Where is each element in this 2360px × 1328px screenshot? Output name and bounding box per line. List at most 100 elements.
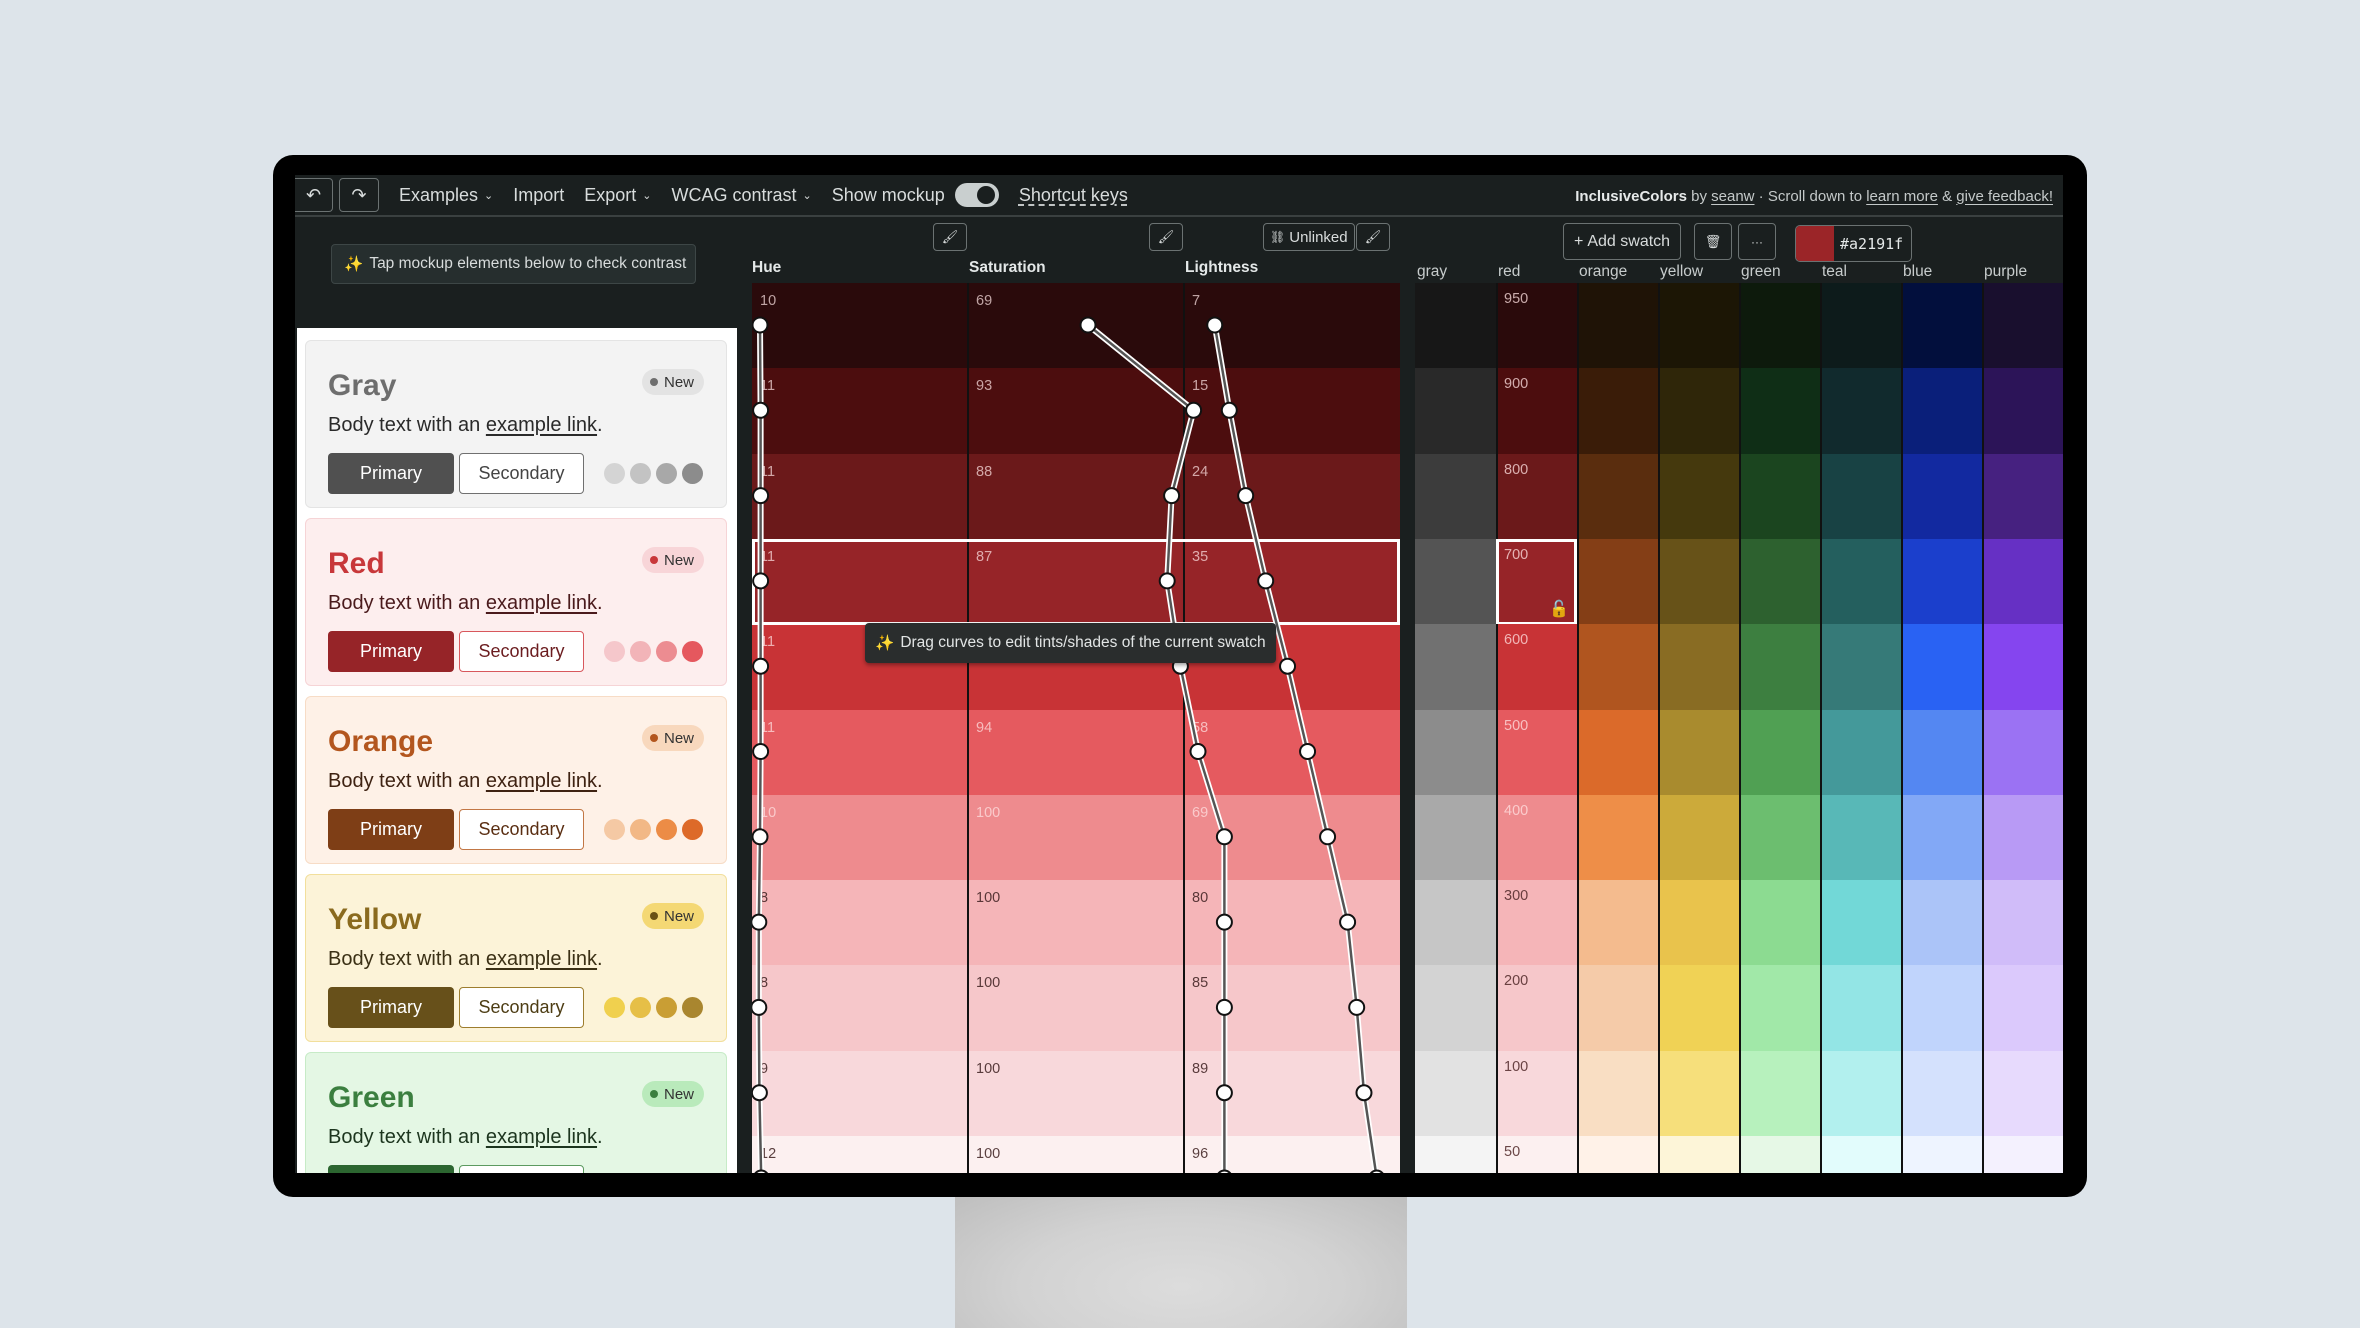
- example-link[interactable]: example link: [486, 592, 597, 614]
- lightness-curve-handle[interactable]: [1237, 487, 1255, 505]
- swatch-column-red[interactable]: red: [1498, 263, 1520, 281]
- new-badge[interactable]: New: [641, 903, 704, 929]
- shortcut-keys-link[interactable]: Shortcut keys: [1019, 185, 1128, 206]
- swatch-blue-900[interactable]: [1901, 368, 1982, 455]
- swatch-yellow-900[interactable]: [1658, 368, 1739, 455]
- swatch-orange-100[interactable]: [1577, 1050, 1658, 1137]
- swatch-column-green[interactable]: green: [1741, 263, 1781, 281]
- saturation-reset-button[interactable]: 🖌: [1149, 223, 1183, 251]
- color-dot[interactable]: [630, 463, 651, 484]
- swatch-orange-500[interactable]: [1577, 709, 1658, 796]
- color-dot[interactable]: [604, 463, 625, 484]
- swatch-gray-300[interactable]: [1415, 880, 1496, 967]
- swatch-blue-50[interactable]: [1901, 1136, 1982, 1173]
- hue-reset-button[interactable]: 🖌: [933, 223, 967, 251]
- lightness-curve-handle[interactable]: [1348, 998, 1366, 1016]
- swatch-red-950[interactable]: 950: [1496, 283, 1577, 369]
- delete-swatch-button[interactable]: 🗑: [1694, 223, 1732, 260]
- swatch-gray-600[interactable]: [1415, 624, 1496, 711]
- swatch-column-orange[interactable]: orange: [1579, 263, 1627, 281]
- swatch-yellow-50[interactable]: [1658, 1136, 1739, 1173]
- swatch-teal-400[interactable]: [1820, 794, 1901, 881]
- secondary-button[interactable]: Secondary: [459, 631, 584, 672]
- redo-button[interactable]: ↷: [339, 178, 379, 212]
- color-dot[interactable]: [656, 997, 677, 1018]
- swatch-red-100[interactable]: 100: [1496, 1050, 1577, 1137]
- swatch-green-50[interactable]: [1739, 1136, 1820, 1173]
- swatch-orange-50[interactable]: [1577, 1136, 1658, 1173]
- swatch-gray-900[interactable]: [1415, 368, 1496, 455]
- show-mockup-toggle[interactable]: [954, 183, 999, 207]
- saturation-curve-handle[interactable]: [1215, 913, 1233, 931]
- swatch-column-gray[interactable]: gray: [1417, 263, 1447, 281]
- hue-curve-handle[interactable]: [752, 913, 768, 931]
- lightness-curve-handle[interactable]: [1279, 657, 1297, 675]
- swatch-purple-800[interactable]: [1982, 453, 2063, 540]
- hue-curve-handle[interactable]: [752, 572, 770, 590]
- new-badge[interactable]: New: [641, 547, 704, 573]
- swatch-orange-800[interactable]: [1577, 453, 1658, 540]
- card-title[interactable]: Gray: [328, 369, 396, 403]
- author-link[interactable]: seanw: [1711, 188, 1754, 205]
- add-swatch-button[interactable]: + Add swatch: [1563, 223, 1682, 260]
- mockup-card-red[interactable]: Red New Body text with an example link. …: [305, 518, 727, 686]
- swatch-green-900[interactable]: [1739, 368, 1820, 455]
- lightness-curve-handle[interactable]: [1220, 401, 1238, 419]
- color-dot[interactable]: [656, 819, 677, 840]
- swatch-red-500[interactable]: 500: [1496, 709, 1577, 796]
- color-dot[interactable]: [630, 819, 651, 840]
- swatch-blue-100[interactable]: [1901, 1050, 1982, 1137]
- swatch-orange-900[interactable]: [1577, 368, 1658, 455]
- swatch-green-100[interactable]: [1739, 1050, 1820, 1137]
- saturation-curve-handle[interactable]: [1215, 1084, 1233, 1102]
- saturation-curve-handle[interactable]: [1185, 401, 1203, 419]
- card-title[interactable]: Orange: [328, 725, 433, 759]
- color-dot[interactable]: [630, 641, 651, 662]
- card-title[interactable]: Yellow: [328, 903, 421, 937]
- swatch-red-200[interactable]: 200: [1496, 965, 1577, 1052]
- color-dot[interactable]: [682, 819, 703, 840]
- swatch-column-purple[interactable]: purple: [1984, 263, 2027, 281]
- card-body-text[interactable]: Body text with an example link.: [328, 592, 603, 615]
- swatch-yellow-950[interactable]: [1658, 283, 1739, 369]
- swatch-gray-950[interactable]: [1415, 283, 1496, 369]
- swatch-yellow-600[interactable]: [1658, 624, 1739, 711]
- swatch-orange-950[interactable]: [1577, 283, 1658, 369]
- hue-curve-handle[interactable]: [752, 998, 768, 1016]
- color-dot[interactable]: [604, 641, 625, 662]
- swatch-gray-700[interactable]: [1415, 538, 1496, 625]
- swatch-red-300[interactable]: 300: [1496, 880, 1577, 967]
- secondary-button[interactable]: Secondary: [459, 987, 584, 1028]
- hue-curve-handle[interactable]: [752, 743, 770, 760]
- swatch-teal-200[interactable]: [1820, 965, 1901, 1052]
- swatch-gray-50[interactable]: [1415, 1136, 1496, 1173]
- swatch-teal-500[interactable]: [1820, 709, 1901, 796]
- hue-curve-handle[interactable]: [752, 316, 769, 334]
- swatch-yellow-200[interactable]: [1658, 965, 1739, 1052]
- swatch-blue-800[interactable]: [1901, 453, 1982, 540]
- swatch-column-teal[interactable]: teal: [1822, 263, 1847, 281]
- secondary-button[interactable]: Secondary: [459, 1165, 584, 1173]
- swatch-yellow-800[interactable]: [1658, 453, 1739, 540]
- examples-menu[interactable]: Examples ⌄: [399, 185, 493, 206]
- example-link[interactable]: example link: [486, 414, 597, 436]
- color-dot[interactable]: [682, 463, 703, 484]
- color-dot[interactable]: [604, 819, 625, 840]
- swatch-blue-500[interactable]: [1901, 709, 1982, 796]
- swatch-orange-200[interactable]: [1577, 965, 1658, 1052]
- swatch-green-200[interactable]: [1739, 965, 1820, 1052]
- swatch-gray-500[interactable]: [1415, 709, 1496, 796]
- card-body-text[interactable]: Body text with an example link.: [328, 770, 603, 793]
- swatch-blue-600[interactable]: [1901, 624, 1982, 711]
- saturation-curve-handle[interactable]: [1215, 998, 1233, 1016]
- saturation-curve-handle[interactable]: [1158, 572, 1176, 590]
- mockup-card-yellow[interactable]: Yellow New Body text with an example lin…: [305, 874, 727, 1042]
- primary-button[interactable]: Primary: [328, 1165, 454, 1173]
- undo-button[interactable]: ↶: [295, 178, 333, 212]
- card-body-text[interactable]: Body text with an example link.: [328, 414, 603, 437]
- swatch-orange-700[interactable]: [1577, 538, 1658, 625]
- swatch-purple-600[interactable]: [1982, 624, 2063, 711]
- swatch-purple-400[interactable]: [1982, 794, 2063, 881]
- swatch-yellow-300[interactable]: [1658, 880, 1739, 967]
- wcag-contrast-menu[interactable]: WCAG contrast ⌄: [672, 185, 812, 206]
